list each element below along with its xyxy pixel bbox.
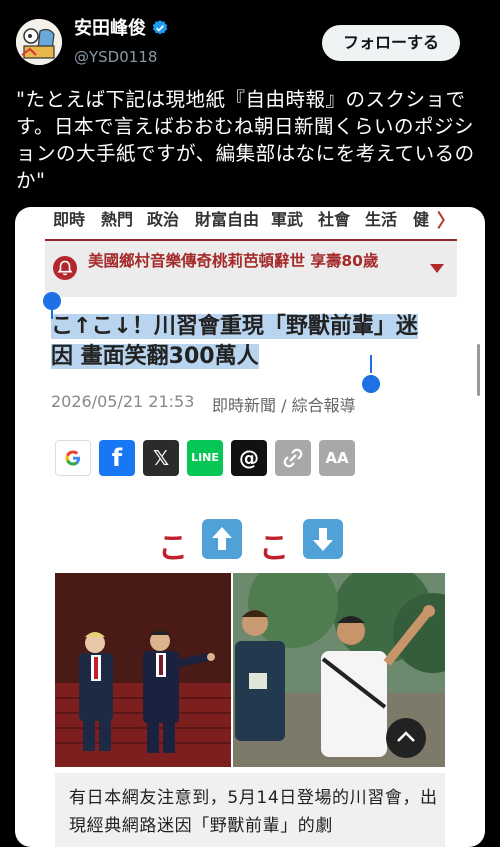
bell-icon [53, 256, 77, 280]
scroll-to-top-button [386, 718, 426, 758]
post-text: "たとえば下記は現地紙『自由時報』のスクショです。日本で言えばおおむね朝日新聞く… [16, 88, 475, 192]
verified-badge-icon [152, 20, 168, 35]
line-share-button: LINE [187, 440, 223, 476]
post-header: 安田峰俊 @YSD0118 フォローする [0, 0, 500, 80]
facebook-icon: f [111, 444, 123, 472]
selection-end-handle [362, 375, 380, 393]
threads-share-button: @ [231, 440, 267, 476]
google-icon [65, 450, 81, 466]
selected-headline-text: こ↑こ↓！川習會重現「野獸前輩」迷因 畫面笑翻300萬人 [51, 314, 418, 369]
caret-down-icon [430, 264, 444, 273]
selection-start-handle [43, 292, 61, 310]
x-icon: 𝕏 [152, 446, 170, 470]
nav-item: 軍武 [271, 210, 304, 229]
article-body-text: 有日本網友注意到，5月14日登場的川習會，出現經典網路迷因「野獸前輩」的劇 [69, 788, 438, 836]
nav-item: 健 [413, 210, 430, 229]
article-body: 有日本網友注意到，5月14日登場的川習會，出現經典網路迷因「野獸前輩」的劇 [55, 773, 445, 847]
google-share-button [55, 440, 91, 476]
nav-item: 即時 [53, 210, 86, 229]
down-arrow-icon [303, 519, 343, 559]
emoji-title-char: こ [158, 531, 188, 566]
author-name[interactable]: 安田峰俊 [74, 17, 169, 41]
summit-photo-image [55, 573, 231, 767]
nav-item: 生活 [365, 210, 398, 229]
follow-button[interactable]: フォローする [322, 25, 460, 61]
article-date: 2026/05/21 21:53 [51, 392, 195, 411]
summit-photo [55, 573, 231, 767]
up-arrow-icon [202, 519, 242, 559]
nav-item: 熱門 [101, 210, 134, 229]
nav-item: 社會 [318, 210, 351, 229]
author-name-text[interactable]: 安田峰俊 [74, 18, 146, 39]
breaking-news-banner: 美國鄉村音樂傳奇桃莉芭頓辭世 享壽80歲 [45, 241, 457, 297]
font-size-icon: AA [325, 449, 349, 467]
font-size-button: AA [319, 440, 355, 476]
article-emoji-title: こ こ [15, 519, 485, 567]
copy-link-button [275, 440, 311, 476]
attached-screenshot[interactable]: 即時 熱門 政治 財富自由 軍武 社會 生活 健 〉 美國鄉村音樂傳奇桃莉芭頓辭… [15, 207, 485, 847]
nav-item: 財富自由 [195, 210, 260, 229]
emoji-title-char: こ [259, 531, 289, 566]
banner-text: 美國鄉村音樂傳奇桃莉芭頓辭世 享壽80歲 [88, 252, 379, 270]
nav-item: 政治 [147, 210, 180, 229]
facebook-share-button: f [99, 440, 135, 476]
chevron-up-icon [397, 731, 415, 742]
x-share-button: 𝕏 [143, 440, 179, 476]
threads-icon: @ [239, 446, 259, 470]
selection-end-stem [370, 355, 372, 373]
author-handle[interactable]: @YSD0118 [74, 47, 157, 67]
news-nav-bar: 即時 熱門 政治 財富自由 軍武 社會 生活 健 〉 [15, 207, 485, 239]
link-icon [283, 448, 303, 468]
line-icon: LINE [191, 451, 219, 464]
avatar-illustration-icon [16, 19, 62, 65]
article-source: 即時新聞 / 綜合報導 [212, 396, 356, 415]
page-scrollbar [477, 344, 480, 396]
author-avatar[interactable] [16, 19, 62, 65]
nav-more-chevron-icon: 〉 [437, 211, 455, 232]
article-headline: こ↑こ↓！川習會重現「野獸前輩」迷因 畫面笑翻300萬人 [51, 312, 421, 372]
